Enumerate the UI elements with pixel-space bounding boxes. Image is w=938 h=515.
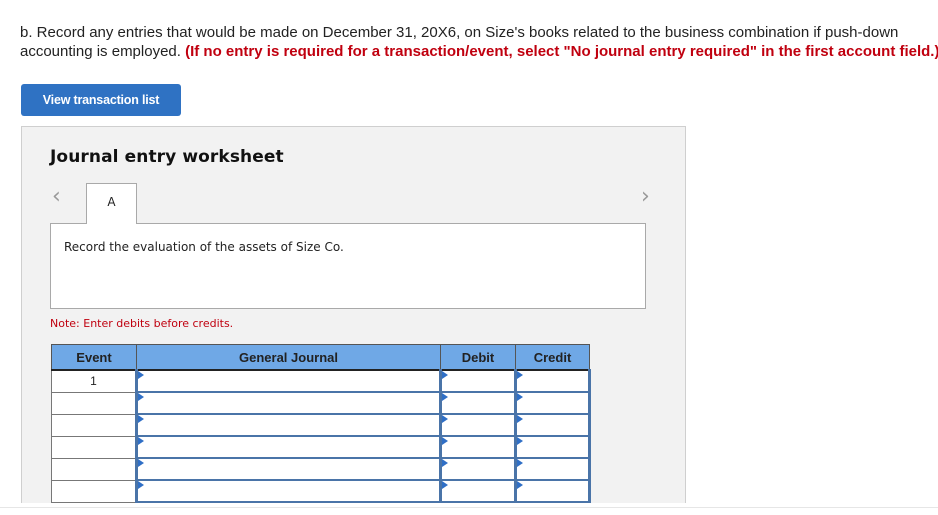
input-marker-icon — [517, 459, 523, 467]
journal-row — [51, 479, 591, 503]
account-select[interactable] — [135, 479, 442, 503]
chevron-left-icon[interactable]: ‹ — [52, 185, 61, 209]
chevron-right-icon[interactable]: › — [641, 185, 650, 209]
input-marker-icon — [442, 393, 448, 401]
credit-input[interactable] — [514, 479, 591, 503]
header-general-journal: General Journal — [136, 344, 441, 371]
debit-input[interactable] — [439, 457, 517, 481]
note-text: Note: Enter debits before credits. — [50, 317, 234, 330]
credit-input[interactable] — [514, 435, 591, 459]
event-cell — [51, 413, 137, 437]
dropdown-marker-icon — [138, 459, 144, 467]
event-cell — [51, 391, 137, 415]
input-marker-icon — [442, 415, 448, 423]
dropdown-marker-icon — [138, 371, 144, 379]
input-marker-icon — [517, 393, 523, 401]
account-select[interactable] — [135, 457, 442, 481]
transaction-description: Record the evaluation of the assets of S… — [64, 240, 344, 254]
journal-row — [51, 391, 591, 415]
credit-input[interactable] — [514, 391, 591, 415]
header-debit: Debit — [440, 344, 516, 371]
event-cell — [51, 457, 137, 481]
instructions-line-1: b. Record any entries that would be made… — [20, 24, 899, 41]
view-transaction-list-button[interactable]: View transaction list — [21, 84, 181, 116]
header-credit: Credit — [515, 344, 590, 371]
account-select[interactable] — [135, 391, 442, 415]
journal-row — [51, 457, 591, 481]
divider — [0, 507, 938, 508]
journal-header-row: Event General Journal Debit Credit — [51, 344, 590, 371]
input-marker-icon — [517, 415, 523, 423]
journal-entry-worksheet: Journal entry worksheet ‹ › A Record the… — [21, 126, 686, 503]
tab-a[interactable]: A — [86, 183, 137, 224]
transaction-description-box: Record the evaluation of the assets of S… — [50, 223, 646, 309]
worksheet-title: Journal entry worksheet — [50, 147, 284, 167]
journal-row — [51, 413, 591, 437]
input-marker-icon — [442, 437, 448, 445]
instructions-line-2-emphasis: (If no entry is required for a transacti… — [185, 43, 938, 60]
header-event: Event — [51, 344, 137, 371]
input-marker-icon — [517, 481, 523, 489]
debit-input[interactable] — [439, 479, 517, 503]
journal-row — [51, 435, 591, 459]
input-marker-icon — [517, 437, 523, 445]
credit-input[interactable] — [514, 457, 591, 481]
journal-table: Event General Journal Debit Credit 1 — [51, 344, 591, 503]
account-select[interactable] — [135, 435, 442, 459]
debit-input[interactable] — [439, 391, 517, 415]
dropdown-marker-icon — [138, 393, 144, 401]
credit-input[interactable] — [514, 369, 591, 393]
question-instructions: b. Record any entries that would be made… — [20, 23, 938, 61]
dropdown-marker-icon — [138, 437, 144, 445]
dropdown-marker-icon — [138, 415, 144, 423]
instructions-line-2-plain: accounting is employed. — [20, 43, 186, 60]
input-marker-icon — [442, 371, 448, 379]
event-cell — [51, 435, 137, 459]
input-marker-icon — [517, 371, 523, 379]
journal-row: 1 — [51, 369, 591, 393]
event-cell — [51, 479, 137, 503]
debit-input[interactable] — [439, 435, 517, 459]
input-marker-icon — [442, 481, 448, 489]
debit-input[interactable] — [439, 369, 517, 393]
account-select[interactable] — [135, 413, 442, 437]
credit-input[interactable] — [514, 413, 591, 437]
dropdown-marker-icon — [138, 481, 144, 489]
instructions-line-2: accounting is employed. (If no entry is … — [20, 42, 938, 61]
input-marker-icon — [442, 459, 448, 467]
debit-input[interactable] — [439, 413, 517, 437]
event-cell: 1 — [51, 369, 137, 393]
account-select[interactable] — [135, 369, 442, 393]
